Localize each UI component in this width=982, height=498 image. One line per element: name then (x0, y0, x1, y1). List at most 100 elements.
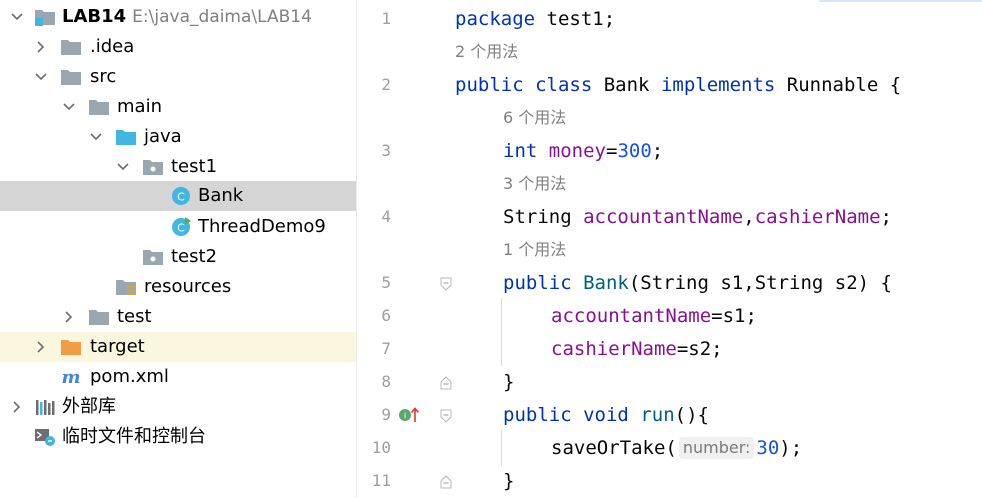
code-line-2[interactable]: public class Bank implements Runnable { (455, 73, 901, 97)
scratches-icon (35, 429, 55, 446)
fold-start-icon[interactable] (440, 409, 452, 423)
code-token: =s1; (711, 305, 757, 327)
code-token: accountantName (551, 305, 712, 327)
usages-hint[interactable]: 3 个用法 (503, 172, 566, 196)
fold-end-icon[interactable] (440, 376, 452, 390)
tree-item-src[interactable]: src (0, 62, 356, 92)
tree-item-label: pom.xml (90, 366, 169, 387)
code-line-5[interactable]: public Bank(String s1,String s2) { (503, 271, 892, 295)
tree-item-label: resources (144, 276, 232, 297)
chevron-down-icon[interactable] (89, 130, 103, 144)
code-token: money (548, 140, 606, 162)
chevron-right-icon[interactable] (62, 310, 76, 324)
parameter-hint: number: (678, 437, 755, 459)
root-path: E:\java_daima\LAB14 (132, 7, 312, 27)
fold-start-icon[interactable] (440, 277, 452, 291)
code-line-4[interactable]: String accountantName,cashierName; (503, 205, 892, 229)
code-token: saveOrTake( (551, 437, 677, 459)
usages-hint[interactable]: 1 个用法 (503, 238, 566, 262)
code-token: implements (660, 74, 776, 96)
code-token: ; (880, 206, 892, 228)
code-line-10[interactable]: saveOrTake(number: 30); (551, 436, 802, 460)
module-folder-icon (35, 10, 55, 26)
tree-root-label: LAB14 E:\java_daima\LAB14 (62, 6, 312, 28)
code-token: ; (651, 140, 664, 162)
usages-hint[interactable]: 6 个用法 (503, 106, 566, 130)
usages-hint[interactable]: 2 个用法 (455, 40, 518, 64)
code-token: ); (779, 437, 803, 459)
chevron-right-icon[interactable] (34, 40, 48, 54)
code-token: package (455, 8, 536, 30)
tree-item-label: test (117, 306, 152, 327)
tree-item-external-libraries[interactable]: 外部库 (0, 392, 356, 422)
code-line-11[interactable]: } (503, 469, 514, 493)
line-number: 9 (381, 405, 391, 424)
tree-item-test[interactable]: test (0, 302, 356, 332)
folder-icon (61, 40, 81, 55)
svg-text:C: C (177, 222, 185, 235)
line-number: 11 (371, 471, 391, 490)
tree-item-test2[interactable]: test2 (0, 242, 356, 272)
tree-item-resources[interactable]: resources (0, 272, 356, 302)
code-token: } (503, 371, 515, 393)
indent-guide (501, 430, 502, 466)
code-line-9[interactable]: public void run(){ (503, 403, 709, 427)
tree-item-label: target (90, 336, 145, 357)
line-number: 5 (381, 273, 391, 292)
tree-item-target[interactable]: target (0, 332, 356, 362)
code-token: 300 (617, 140, 652, 162)
tree-item-java[interactable]: java (0, 122, 356, 152)
tree-item-threaddemo9[interactable]: C ThreadDemo9 (0, 212, 356, 242)
code-token: Bank (592, 74, 661, 96)
editor-top-highlight (819, 0, 982, 2)
chevron-down-icon[interactable] (116, 160, 130, 174)
folder-icon (61, 70, 81, 85)
code-token: Bank (583, 272, 629, 294)
tree-item-main[interactable]: main (0, 92, 356, 122)
tree-item-idea[interactable]: .idea (0, 32, 356, 62)
line-number: 8 (381, 372, 391, 391)
code-line-1[interactable]: package test1; (455, 7, 615, 31)
package-icon (143, 160, 163, 175)
code-line-3[interactable]: int money=300; (503, 139, 663, 163)
svg-text:m: m (61, 367, 80, 387)
code-token: = (605, 140, 618, 162)
chevron-down-icon[interactable] (62, 100, 76, 114)
tree-item-label: java (144, 126, 182, 147)
tree-item-test1[interactable]: test1 (0, 152, 356, 182)
chevron-down-icon[interactable] (34, 70, 48, 84)
java-class-icon: C (172, 187, 190, 205)
code-token: public (455, 74, 524, 96)
tree-item-label: test2 (171, 246, 218, 267)
implements-method-icon[interactable]: I (398, 405, 422, 425)
fold-end-icon[interactable] (440, 475, 452, 489)
code-line-7[interactable]: cashierName=s2; (551, 337, 723, 361)
code-token: Runnable { (775, 74, 902, 96)
code-editor[interactable]: 1 2 3 4 5 6 7 8 9 10 11 I package test1;… (357, 0, 982, 498)
code-token: void (583, 404, 629, 426)
tree-item-label: test1 (171, 156, 218, 177)
code-token: 30 (756, 437, 780, 459)
chevron-right-icon[interactable] (34, 340, 48, 354)
tree-item-root[interactable]: LAB14 E:\java_daima\LAB14 (0, 2, 356, 32)
line-number: 2 (381, 75, 391, 94)
code-token: class (535, 74, 593, 96)
code-token: String (503, 206, 584, 228)
chevron-down-icon[interactable] (10, 10, 24, 24)
code-token: cashierName (551, 338, 677, 360)
project-tree: LAB14 E:\java_daima\LAB14 .idea src main … (0, 0, 356, 498)
tree-item-pom[interactable]: m pom.xml (0, 362, 356, 392)
code-line-8[interactable]: } (503, 370, 514, 394)
code-token: run (640, 404, 675, 426)
chevron-right-icon[interactable] (10, 400, 24, 414)
code-line-6[interactable]: accountantName=s1; (551, 304, 757, 328)
excluded-folder-icon (61, 340, 81, 355)
tree-item-label: ThreadDemo9 (198, 216, 326, 237)
code-token: accountantName (583, 206, 744, 228)
tree-item-bank[interactable]: C Bank (0, 181, 356, 211)
code-token: public (503, 404, 572, 426)
code-token: public (503, 272, 572, 294)
tree-item-label: .idea (90, 36, 135, 57)
tree-item-scratches[interactable]: 临时文件和控制台 (0, 422, 356, 452)
line-number: 3 (381, 141, 391, 160)
